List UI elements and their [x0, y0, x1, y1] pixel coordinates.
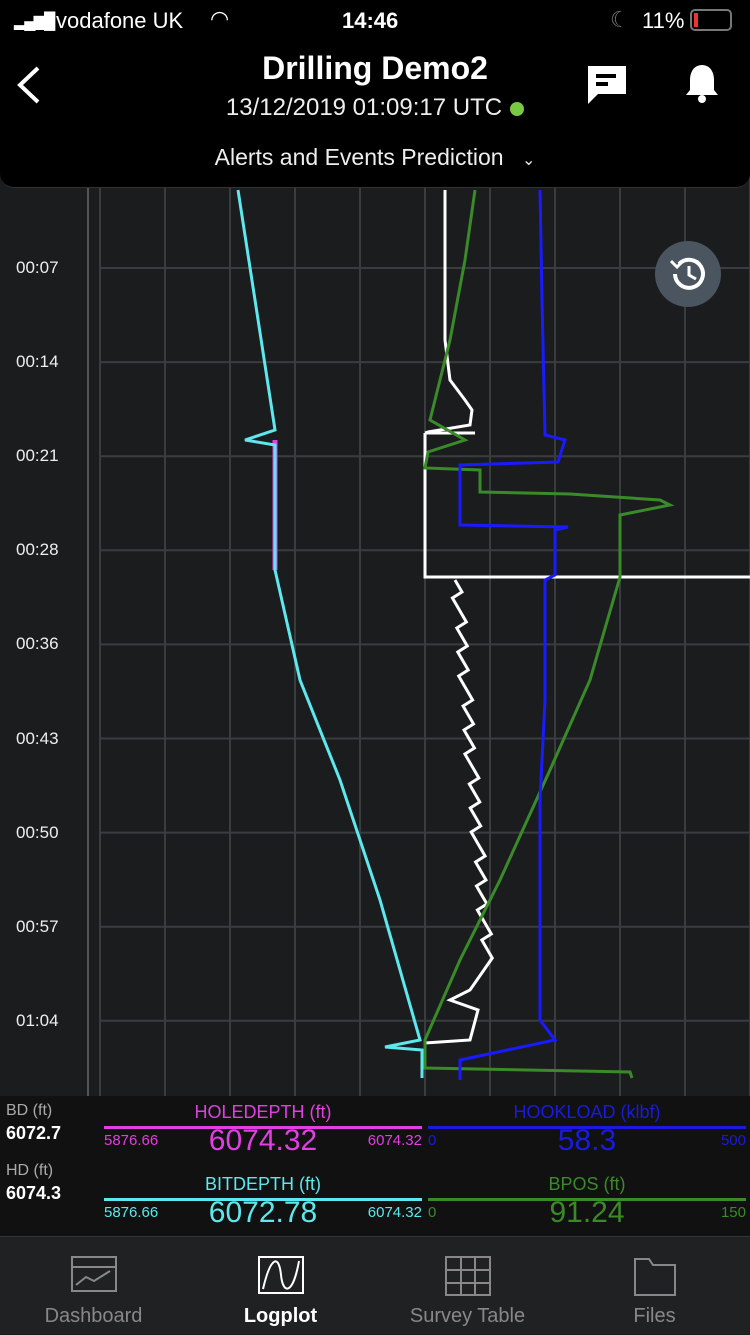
gauge-max: 6074.32	[367, 1204, 422, 1221]
battery-icon	[690, 9, 732, 31]
tab-files[interactable]: Files	[561, 1237, 748, 1335]
gauge-title: BPOS (ft)	[548, 1174, 626, 1194]
tab-label: Dashboard	[44, 1305, 143, 1327]
history-icon	[669, 257, 705, 290]
gauge-max: 6074.32	[367, 1132, 422, 1149]
gauge-max: 500	[720, 1132, 746, 1149]
live-indicator	[510, 101, 525, 116]
battery-percent: 11%	[642, 8, 685, 33]
logplot-icon	[257, 1256, 304, 1294]
status-bar: ▂▄▆█ vodafone UK ◠ 14:46 ☾ 11%	[0, 0, 750, 40]
bottom-nav: Dashboard Logplot Survey Table Files	[0, 1236, 750, 1334]
tab-label: Logplot	[243, 1305, 318, 1327]
trace-other-upper	[424, 190, 474, 435]
bd-value: 6072.7	[6, 1123, 62, 1143]
trace-other-lower	[424, 579, 495, 1045]
tab-logplot[interactable]: Logplot	[187, 1237, 374, 1335]
wifi-icon: ◠	[210, 6, 230, 31]
tab-dashboard[interactable]: Dashboard	[0, 1237, 187, 1335]
gauge-bitdepth[interactable]: BITDEPTH (ft) 5876.66 6072.78 6074.32	[104, 1168, 422, 1238]
gauge-title: HOLEDEPTH (ft)	[194, 1102, 332, 1122]
timestamp-text: 13/12/2019 01:09:17 UTC	[225, 94, 503, 121]
table-icon	[444, 1256, 491, 1296]
time-label: 00:43	[16, 728, 59, 748]
gauge-bpos[interactable]: BPOS (ft) 0 91.24 150	[428, 1168, 746, 1238]
gauge-title: BITDEPTH (ft)	[205, 1174, 321, 1194]
dropdown-label: Alerts and Events Prediction	[214, 144, 504, 170]
dashboard-icon	[70, 1256, 117, 1292]
hd-value: 6074.3	[6, 1183, 62, 1203]
time-label: 00:07	[16, 258, 59, 277]
chevron-down-icon: ⌄	[521, 152, 536, 169]
time-label: 00:50	[16, 822, 59, 842]
tab-survey-table[interactable]: Survey Table	[374, 1237, 561, 1335]
trace-hookload	[458, 189, 569, 1080]
time-label: 00:21	[16, 446, 59, 466]
hd-label: HD (ft)	[6, 1162, 54, 1179]
view-dropdown[interactable]: Alerts and Events Prediction ⌄	[0, 144, 750, 171]
carrier: vodafone UK	[56, 8, 184, 33]
signal-icon: ▂▄▆█	[14, 13, 55, 30]
moon-icon: ☾	[610, 7, 630, 32]
gauge-hookload[interactable]: HOOKLOAD (klbf) 0 58.3 500	[428, 1096, 746, 1166]
gauge-max: 150	[720, 1204, 746, 1221]
chat-icon[interactable]	[586, 64, 628, 106]
tab-label: Survey Table	[409, 1305, 526, 1327]
log-plot[interactable]: 00:07 00:14 00:21 00:28 00:36 00:43 00:50 00:57…	[0, 130, 750, 1096]
time-label: 00:36	[16, 634, 59, 654]
gauge-holedepth[interactable]: HOLEDEPTH (ft) 5876.66 6074.32 6074.32	[104, 1096, 422, 1166]
tab-label: Files	[633, 1305, 676, 1327]
gauge-value: 91.24	[549, 1196, 625, 1229]
gauge-panel: BD (ft) 6072.7 HD (ft) 6074.3 HOLEDEPTH …	[0, 1096, 750, 1236]
gauge-title: HOOKLOAD (klbf)	[513, 1102, 661, 1122]
history-button[interactable]	[655, 241, 721, 307]
bell-icon[interactable]	[684, 62, 720, 104]
timestamp: 13/12/2019 01:09:17 UTC	[0, 94, 750, 122]
trace-bitdepth	[236, 189, 424, 1078]
clock: 14:46	[342, 8, 399, 33]
gauge-value: 58.3	[557, 1124, 617, 1157]
bd-label: BD (ft)	[6, 1102, 53, 1119]
trace-other-box	[423, 433, 750, 579]
app-header: Drilling Demo2 13/12/2019 01:09:17 UTC A…	[0, 40, 750, 188]
time-label: 01:04	[16, 1010, 59, 1030]
time-label: 00:57	[16, 916, 59, 936]
page-title: Drilling Demo2	[262, 50, 488, 86]
folder-icon	[633, 1258, 676, 1296]
time-label: 00:14	[16, 352, 59, 372]
log-plot-canvas[interactable]	[0, 130, 750, 1096]
time-label: 00:28	[16, 540, 59, 560]
